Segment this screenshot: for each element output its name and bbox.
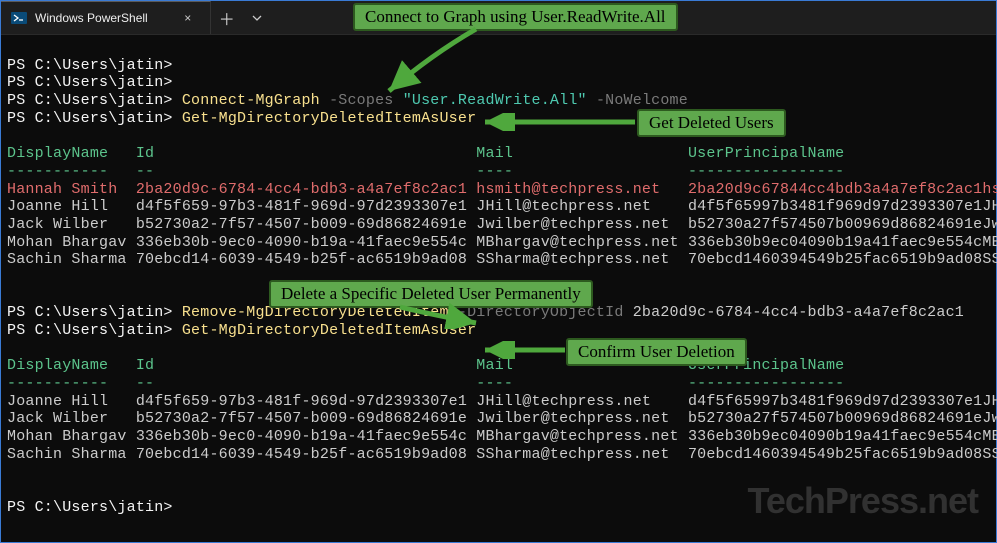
terminal-tab[interactable]: Windows PowerShell ×	[1, 1, 211, 34]
table-row: Mohan Bhargav 336eb30b-9ec0-4090-b19a-41…	[7, 428, 997, 445]
callout-getdeleted: Get Deleted Users	[637, 109, 786, 137]
table-row: Joanne Hill d4f5f659-97b3-481f-969d-97d2…	[7, 393, 997, 410]
prompt: PS C:\Users\jatin>	[7, 322, 173, 339]
callout-connect: Connect to Graph using User.ReadWrite.Al…	[353, 3, 678, 31]
column-sep: ----------- -- ---- -----------------	[7, 163, 844, 180]
table-row: Mohan Bhargav 336eb30b-9ec0-4090-b19a-41…	[7, 234, 997, 251]
prompt: PS C:\Users\jatin>	[7, 499, 173, 516]
prompt: PS C:\Users\jatin>	[7, 92, 173, 109]
val-scope: "User.ReadWrite.All"	[403, 92, 587, 109]
callout-confirm: Confirm User Deletion	[566, 338, 747, 366]
table-row: Jack Wilber b52730a2-7f57-4507-b009-69d8…	[7, 216, 997, 233]
cmd-getdeleted: Get-MgDirectoryDeletedItemAsUser	[182, 110, 476, 127]
prompt: PS C:\Users\jatin>	[7, 110, 173, 127]
prompt: PS C:\Users\jatin>	[7, 304, 173, 321]
cmd-connect: Connect-MgGraph	[182, 92, 320, 109]
table-row: Hannah Smith 2ba20d9c-6784-4cc4-bdb3-a4a…	[7, 181, 997, 198]
prompt: PS C:\Users\jatin>	[7, 57, 173, 74]
column-header: DisplayName Id Mail UserPrincipalName	[7, 145, 844, 162]
table-row: Sachin Sharma 70ebcd14-6039-4549-b25f-ac…	[7, 446, 997, 463]
close-tab-button[interactable]: ×	[180, 10, 196, 26]
column-sep: ----------- -- ---- -----------------	[7, 375, 844, 392]
table-row: Joanne Hill d4f5f659-97b3-481f-969d-97d2…	[7, 198, 997, 215]
powershell-icon	[11, 10, 27, 26]
prompt: PS C:\Users\jatin>	[7, 74, 173, 91]
table-row: Jack Wilber b52730a2-7f57-4507-b009-69d8…	[7, 410, 997, 427]
val-dirobjid: 2ba20d9c-6784-4cc4-bdb3-a4a7ef8c2ac1	[633, 304, 964, 321]
new-tab-dropdown[interactable]	[243, 1, 271, 34]
cmd-getdeleted2: Get-MgDirectoryDeletedItemAsUser	[182, 322, 476, 339]
terminal-output[interactable]: PS C:\Users\jatin> PS C:\Users\jatin> PS…	[1, 35, 996, 521]
tab-title: Windows PowerShell	[35, 11, 148, 25]
table-row: Sachin Sharma 70ebcd14-6039-4549-b25f-ac…	[7, 251, 997, 268]
new-tab-button[interactable]: ＋	[211, 1, 243, 34]
callout-delete: Delete a Specific Deleted User Permanent…	[269, 280, 593, 308]
arg-nowelcome: -NoWelcome	[596, 92, 688, 109]
arg-scopes: -Scopes	[329, 92, 393, 109]
